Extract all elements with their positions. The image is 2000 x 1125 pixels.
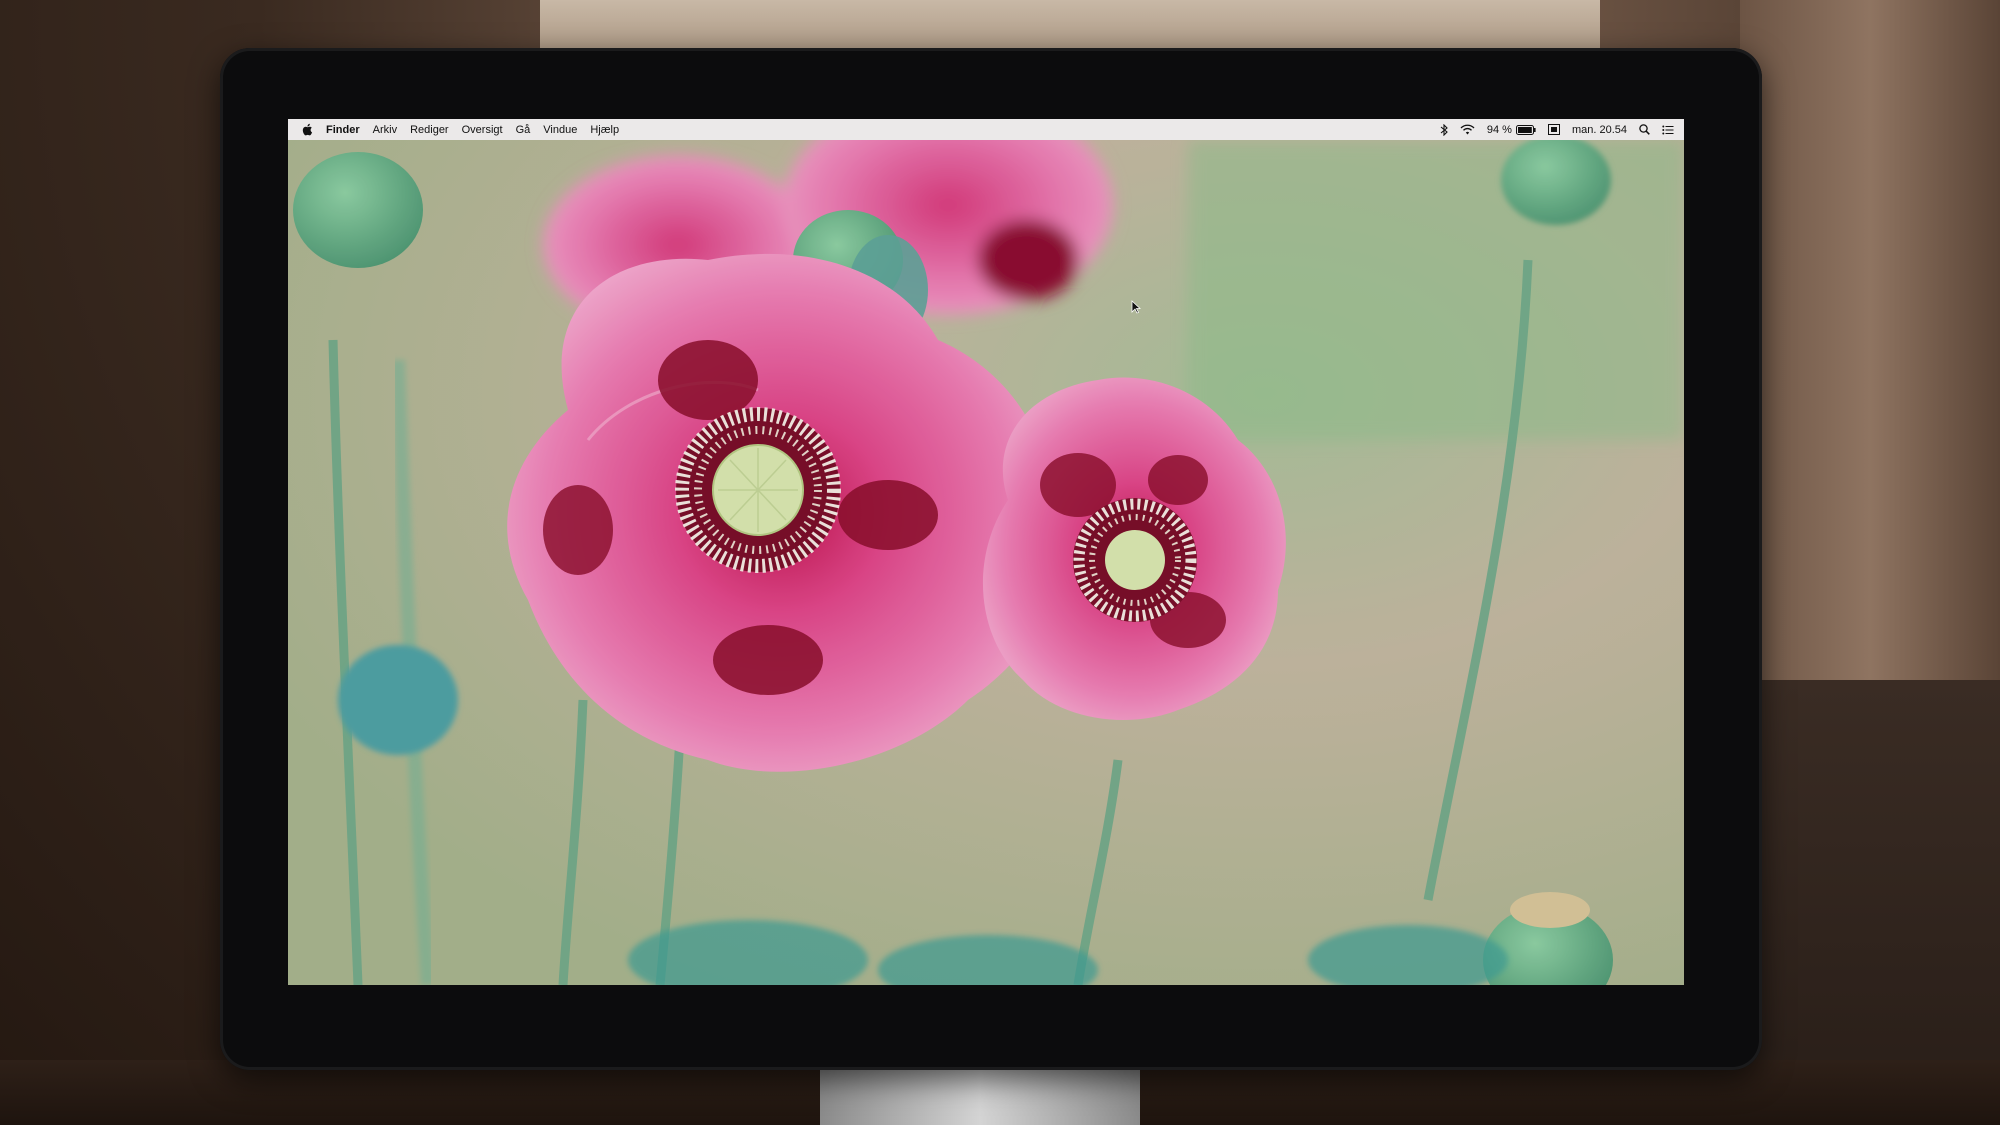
menu-item-ga[interactable]: Gå bbox=[516, 124, 531, 136]
display-icon[interactable] bbox=[1547, 124, 1560, 135]
desktop-wallpaper bbox=[288, 140, 1684, 985]
wifi-icon[interactable] bbox=[1460, 124, 1475, 135]
menu-app-finder[interactable]: Finder bbox=[326, 124, 360, 136]
menu-item-hjaelp[interactable]: Hjælp bbox=[590, 124, 619, 136]
notification-center-icon[interactable] bbox=[1662, 125, 1674, 135]
spotlight-search-icon[interactable] bbox=[1639, 124, 1650, 135]
apple-menu-icon[interactable] bbox=[302, 123, 313, 136]
menu-bar: Finder Arkiv Rediger Oversigt Gå Vindue … bbox=[288, 119, 1684, 140]
battery-percent: 94 % bbox=[1486, 123, 1512, 136]
mouse-cursor-icon bbox=[1131, 300, 1141, 314]
menu-item-arkiv[interactable]: Arkiv bbox=[373, 124, 397, 136]
bluetooth-icon[interactable] bbox=[1440, 123, 1448, 136]
background-speaker bbox=[1755, 680, 2000, 1080]
desktop-screen: Finder Arkiv Rediger Oversigt Gå Vindue … bbox=[288, 119, 1684, 985]
background-wall bbox=[1740, 0, 2000, 700]
menu-item-vindue[interactable]: Vindue bbox=[543, 124, 577, 136]
clock[interactable]: man. 20.54 bbox=[1572, 124, 1627, 136]
menu-item-rediger[interactable]: Rediger bbox=[410, 124, 449, 136]
menu-item-oversigt[interactable]: Oversigt bbox=[462, 124, 503, 136]
battery-icon[interactable] bbox=[1515, 124, 1536, 135]
